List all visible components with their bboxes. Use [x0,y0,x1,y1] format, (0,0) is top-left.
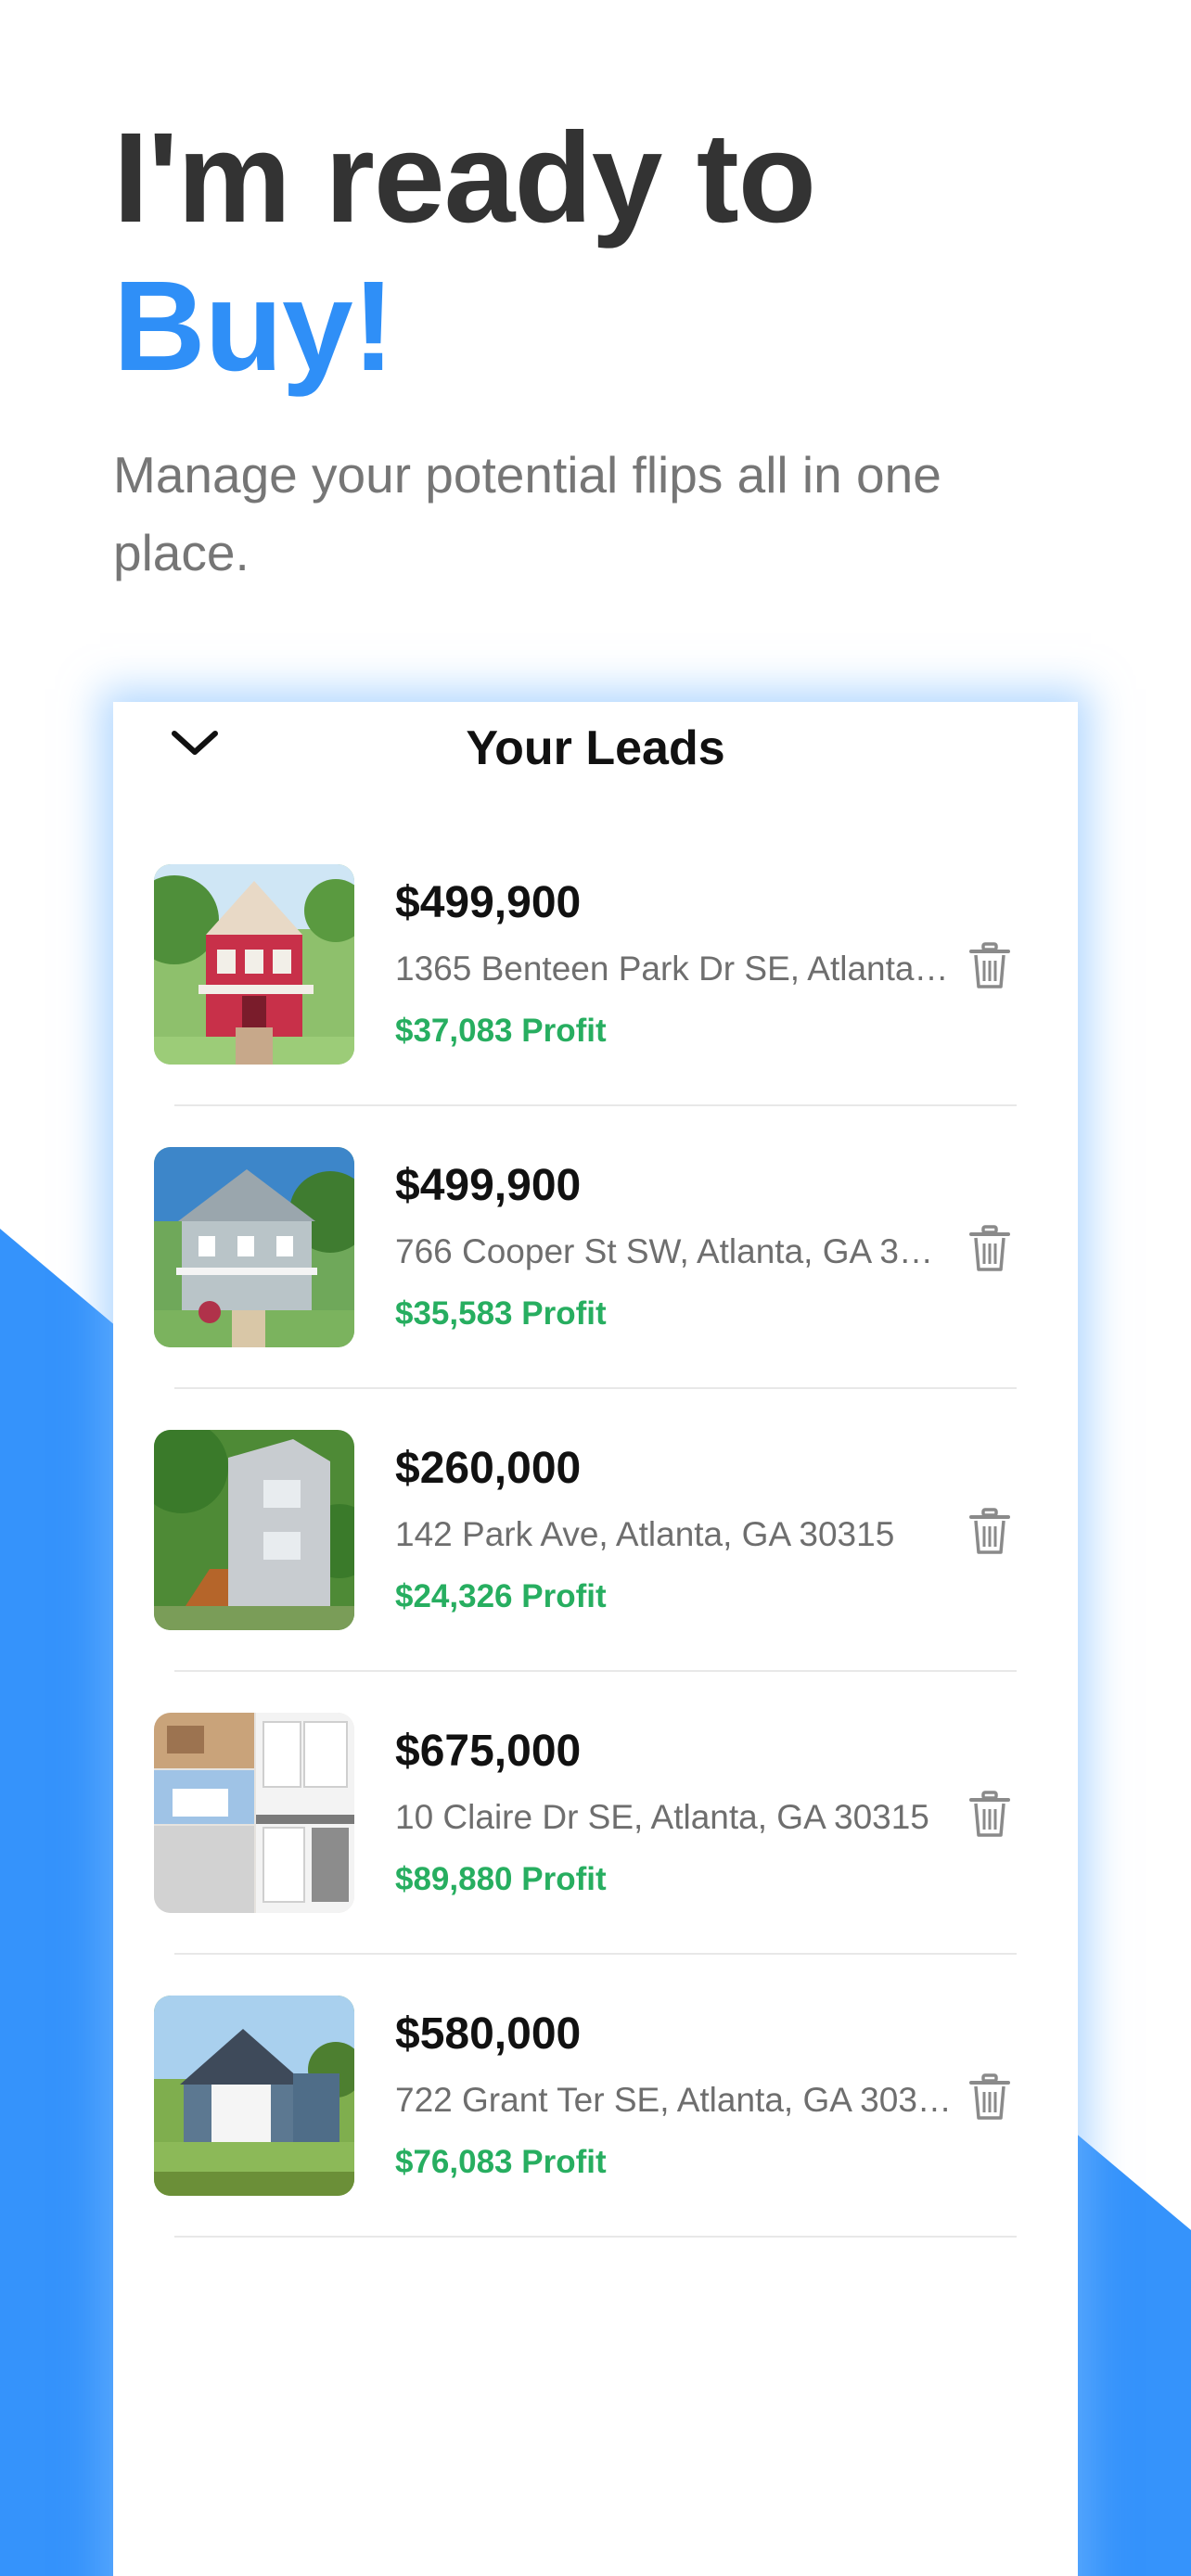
lead-divider [174,2236,1017,2238]
trash-icon[interactable] [968,1225,1011,1273]
lead-price: $499,900 [395,1161,582,1210]
trash-icon[interactable] [968,2073,1011,2122]
hero-title: I'm ready to [113,107,816,249]
lead-profit: $35,583 Profit [395,1295,607,1332]
lead-address: 1365 Benteen Park Dr SE, Atlanta, GA 303… [395,950,952,988]
lead-divider [174,1670,1017,1672]
lead-address: 766 Cooper St SW, Atlanta, GA 30315 [395,1232,952,1270]
lead-price: $675,000 [395,1727,582,1776]
lead-thumbnail [154,1996,354,2196]
hero-subtitle: Manage your potential flips all in one p… [113,446,941,581]
lead-thumbnail [154,1713,354,1913]
trash-icon[interactable] [968,942,1011,990]
trash-icon[interactable] [968,1791,1011,1839]
lead-profit: $37,083 Profit [395,1013,607,1049]
lead-item[interactable]: $675,000 10 Claire Dr SE, Atlanta, GA 30… [113,1713,1078,1996]
lead-thumbnail [154,1430,354,1630]
lead-address: 142 Park Ave, Atlanta, GA 30315 [395,1515,895,1553]
lead-profit: $89,880 Profit [395,1861,607,1897]
leads-card-title: Your Leads [466,721,725,775]
lead-thumbnail [154,1147,354,1347]
lead-price: $260,000 [395,1444,582,1493]
lead-divider [174,1104,1017,1106]
lead-divider [174,1387,1017,1389]
lead-item[interactable]: $580,000 722 Grant Ter SE, Atlanta, GA 3… [113,1996,1078,2278]
hero-title-accent: Buy! [113,255,395,398]
lead-profit: $24,326 Profit [395,1578,607,1614]
lead-address: 10 Claire Dr SE, Atlanta, GA 30315 [395,1798,929,1836]
lead-thumbnail [154,864,354,1065]
lead-divider [174,1953,1017,1955]
trash-icon[interactable] [968,1508,1011,1556]
hero-section: I'm ready to Buy! Manage your potential … [113,104,1133,592]
leads-card-header: Your Leads [113,702,1078,785]
lead-item[interactable]: $499,900 1365 Benteen Park Dr SE, Atlant… [113,864,1078,1147]
lead-address: 722 Grant Ter SE, Atlanta, GA 30315 [395,2081,952,2119]
lead-profit: $76,083 Profit [395,2144,607,2180]
lead-price: $580,000 [395,2009,582,2059]
lead-item[interactable]: $499,900 766 Cooper St SW, Atlanta, GA 3… [113,1147,1078,1430]
lead-item[interactable]: $260,000 142 Park Ave, Atlanta, GA 30315… [113,1430,1078,1713]
lead-price: $499,900 [395,878,582,927]
leads-list: $499,900 1365 Benteen Park Dr SE, Atlant… [113,864,1078,2278]
leads-card: Your Leads $499,900 1365 Benteen Park Dr… [113,702,1078,2576]
